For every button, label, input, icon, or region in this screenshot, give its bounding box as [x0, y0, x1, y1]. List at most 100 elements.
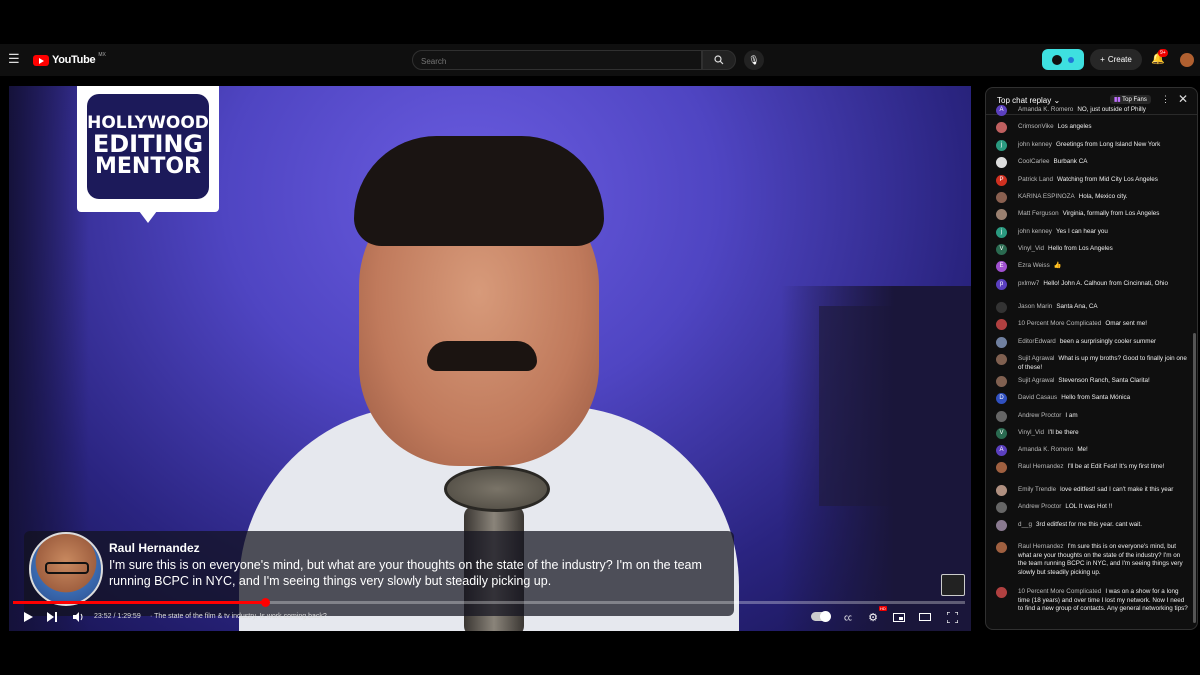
chat-mode-dropdown[interactable]: Top chat replay ⌄: [997, 96, 1060, 105]
channel-watermark[interactable]: [941, 574, 965, 596]
chat-author-name[interactable]: john kenney: [1018, 141, 1052, 148]
chat-author-avatar[interactable]: V: [996, 244, 1007, 255]
chat-message-body: Raul Hernandez I'll be at Edit Fest! It's…: [1018, 463, 1190, 472]
chat-author-avatar[interactable]: D: [996, 393, 1007, 404]
more-options-icon[interactable]: ⋮: [1161, 94, 1170, 105]
settings-button[interactable]: ⚙: [866, 610, 880, 624]
chat-author-name[interactable]: Andrew Proctor: [1018, 503, 1061, 510]
chat-author-name[interactable]: Amanda K. Romero: [1018, 106, 1073, 113]
voice-search-button[interactable]: 🎙: [744, 50, 764, 70]
top-fans-button[interactable]: ▮▮ Top Fans: [1110, 95, 1151, 104]
chat-author-name[interactable]: d__g: [1018, 521, 1032, 528]
youtube-logo[interactable]: YouTube MX: [33, 52, 106, 68]
chat-author-avatar[interactable]: [996, 485, 1007, 496]
chat-author-name[interactable]: Matt Ferguson: [1018, 210, 1059, 217]
chat-author-name[interactable]: CoolCarlee: [1018, 158, 1050, 165]
chat-author-avatar[interactable]: [996, 157, 1007, 168]
channel-switch-button[interactable]: [1042, 49, 1084, 70]
chat-author-avatar[interactable]: [996, 319, 1007, 330]
chat-author-name[interactable]: Patrick Land: [1018, 176, 1053, 183]
chat-author-avatar[interactable]: [996, 302, 1007, 313]
chat-author-avatar[interactable]: V: [996, 428, 1007, 439]
progress-fill: [13, 601, 266, 604]
chat-author-name[interactable]: pxlmw7: [1018, 280, 1039, 287]
chat-author-avatar[interactable]: P: [996, 175, 1007, 186]
channel-brand-logo: HOLLYWOOD EDITING MENTOR: [77, 86, 219, 223]
chat-author-name[interactable]: KARINA ESPINOZA: [1018, 193, 1075, 200]
chat-author-avatar[interactable]: [996, 122, 1007, 133]
chat-author-name[interactable]: EditorEdward: [1018, 338, 1056, 345]
chat-author-name[interactable]: Sujit Agrawal: [1018, 377, 1054, 384]
chat-message-text: Santa Ana, CA: [1056, 303, 1098, 310]
chat-author-avatar[interactable]: [996, 462, 1007, 473]
fullscreen-button[interactable]: [945, 610, 959, 624]
chat-author-name[interactable]: Raul Hernandez: [1018, 463, 1064, 470]
gear-icon: ⚙: [868, 611, 878, 624]
chat-author-name[interactable]: john kenney: [1018, 228, 1052, 235]
chat-author-avatar[interactable]: [996, 354, 1007, 365]
chat-message-body: KARINA ESPINOZA Hola, Mexico city.: [1018, 193, 1190, 202]
chat-author-name[interactable]: Vinyl_Vid: [1018, 429, 1044, 436]
chat-message-text: Burbank CA: [1053, 158, 1088, 165]
close-icon[interactable]: ✕: [1178, 92, 1188, 106]
chat-author-avatar[interactable]: A: [996, 445, 1007, 456]
top-bar: ☰ YouTube MX 🎙 + Create 🔔 9+: [0, 44, 1200, 76]
chat-message-list[interactable]: A Amanda K. Romero NO, just outside of Phi…: [986, 105, 1197, 629]
chat-author-avatar[interactable]: [996, 376, 1007, 387]
hamburger-menu-icon[interactable]: ☰: [8, 52, 22, 66]
chat-author-name[interactable]: Jason Marin: [1018, 303, 1052, 310]
chat-title: Top chat replay: [997, 96, 1052, 105]
progress-bar[interactable]: [13, 598, 965, 607]
chat-author-name[interactable]: Vinyl_Vid: [1018, 245, 1044, 252]
chat-author-avatar[interactable]: A: [996, 105, 1007, 116]
video-player[interactable]: HOLLYWOOD EDITING MENTOR Raul Hernandez …: [9, 86, 971, 631]
chat-author-avatar[interactable]: [996, 337, 1007, 348]
chat-author-name[interactable]: Ezra Weiss: [1018, 262, 1050, 269]
chat-author-name[interactable]: 10 Percent More Complicated: [1018, 320, 1101, 327]
chat-author-avatar[interactable]: p: [996, 279, 1007, 290]
chat-author-name[interactable]: CrimsonVike: [1018, 123, 1054, 130]
chat-message-body: Emily Trendle love editfest! sad I can't …: [1018, 486, 1190, 495]
chat-message-text: Me!: [1077, 446, 1088, 453]
autoplay-toggle[interactable]: [811, 611, 831, 622]
chat-author-avatar[interactable]: [996, 542, 1007, 553]
chat-message-text: Hello from Santa Mónica: [1061, 394, 1131, 401]
theater-mode-button[interactable]: [918, 610, 932, 624]
chat-author-name[interactable]: David Casaus: [1018, 394, 1057, 401]
chat-author-avatar[interactable]: [996, 520, 1007, 531]
chat-author-name[interactable]: 10 Percent More Complicated: [1018, 588, 1101, 595]
chat-message-text: been a surprisingly cooler summer: [1059, 338, 1157, 345]
chapter-title[interactable]: · The state of the film & tv industry. I…: [150, 613, 327, 620]
chat-author-name[interactable]: Amanda K. Romero: [1018, 446, 1073, 453]
chat-author-avatar[interactable]: [996, 502, 1007, 513]
chat-author-avatar[interactable]: [996, 192, 1007, 203]
play-button[interactable]: [21, 610, 35, 624]
search-input[interactable]: [413, 53, 689, 70]
chat-author-avatar[interactable]: j: [996, 140, 1007, 151]
chat-author-avatar[interactable]: [996, 209, 1007, 220]
captions-button[interactable]: ㏄: [841, 610, 855, 624]
theater-mode-icon: [919, 613, 931, 621]
next-button[interactable]: [45, 610, 59, 624]
search-button[interactable]: [702, 50, 736, 70]
chat-author-avatar[interactable]: [996, 411, 1007, 422]
chat-scrollbar[interactable]: [1193, 333, 1196, 623]
create-label: Create: [1107, 55, 1132, 64]
chat-author-name[interactable]: Andrew Proctor: [1018, 412, 1061, 419]
create-button[interactable]: + Create: [1090, 49, 1142, 70]
chat-author-avatar[interactable]: [996, 587, 1007, 598]
region-code: MX: [98, 52, 106, 58]
chat-message-text: Greetings from Long Island New York: [1055, 141, 1161, 148]
chat-author-avatar[interactable]: E: [996, 261, 1007, 272]
chat-author-name[interactable]: Raul Hernandez: [1018, 543, 1064, 550]
volume-button[interactable]: [71, 610, 85, 624]
chat-message-text: LOL It was Hot !!: [1065, 503, 1113, 510]
chat-message-body: Vinyl_Vid Hello from Los Angeles: [1018, 245, 1190, 254]
miniplayer-button[interactable]: [892, 610, 906, 624]
brand-logo-inner: HOLLYWOOD EDITING MENTOR: [87, 94, 209, 199]
chat-author-name[interactable]: Emily Trendle: [1018, 486, 1056, 493]
account-avatar[interactable]: [1180, 53, 1194, 67]
chat-author-avatar[interactable]: j: [996, 227, 1007, 238]
search-box[interactable]: [412, 50, 702, 70]
chat-author-name[interactable]: Sujit Agrawal: [1018, 355, 1054, 362]
